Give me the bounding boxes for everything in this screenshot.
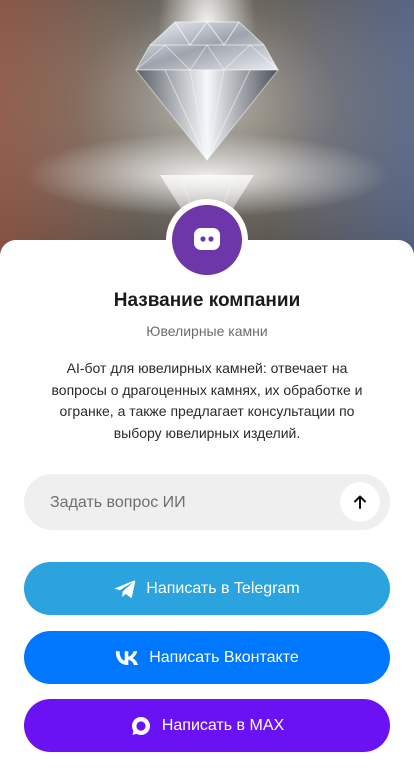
company-name: Название компании bbox=[113, 290, 301, 311]
telegram-button[interactable]: Написать в Telegram bbox=[24, 562, 390, 615]
max-button[interactable]: Написать в MAX bbox=[24, 699, 390, 752]
ask-ai-input[interactable] bbox=[48, 474, 342, 532]
max-icon bbox=[130, 715, 152, 737]
max-button-label: Написать в MAX bbox=[161, 716, 285, 734]
telegram-icon bbox=[114, 579, 136, 599]
send-button[interactable] bbox=[340, 482, 380, 522]
vk-button[interactable]: Написать Вконтакте bbox=[24, 631, 390, 684]
ask-ai-box bbox=[24, 474, 390, 532]
arrow-up-icon bbox=[354, 495, 366, 509]
avatar-circle bbox=[172, 205, 242, 275]
telegram-button-label: Написать в Telegram bbox=[146, 579, 300, 597]
company-description: AI-бот для ювелирных камней: отвечает на… bbox=[51, 360, 363, 441]
company-avatar bbox=[166, 199, 248, 281]
chat-bot-icon bbox=[194, 228, 220, 250]
vk-button-label: Написать Вконтакте bbox=[149, 648, 299, 666]
vk-icon bbox=[115, 650, 139, 665]
company-category: Ювелирные камни bbox=[146, 323, 268, 339]
